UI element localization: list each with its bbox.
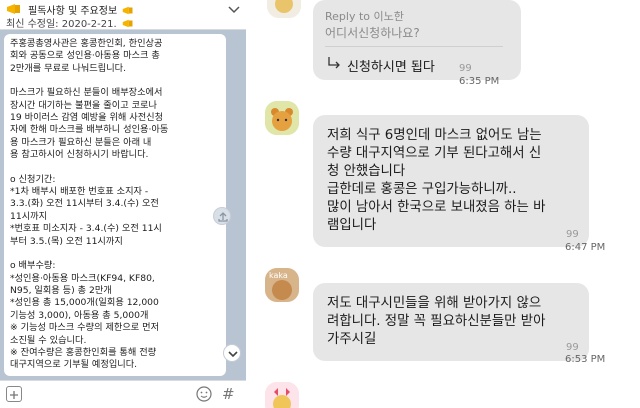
announcement-line: 마스크가 필요하신 분들이 배부장소에서: [10, 87, 163, 99]
announcement-line: 용 마스크가 필요하신 분들은 아래 내: [10, 136, 152, 148]
avatar[interactable]: [265, 382, 299, 408]
reply-message-bubble[interactable]: Reply to 이노한 어디서신청하나요? 신청하시면 됩다: [313, 0, 521, 80]
announcement-line: 자에 한해 마스크를 배부하니 성인용·아동: [10, 124, 169, 136]
message-line: 많이 남아서 한국으로 보내졌음 하는 바: [327, 200, 546, 215]
announcement-line: o 배부수량:: [10, 260, 56, 272]
divider: [325, 46, 503, 47]
reply-arrow-icon: [328, 57, 340, 69]
message-line: 램입니다: [327, 218, 377, 233]
right-chat-panel: Reply to 이노한 어디서신청하나요? 신청하시면 됩다 99 6:35 …: [253, 0, 640, 408]
share-button[interactable]: [213, 207, 231, 225]
reply-text: 신청하시면 됩다: [347, 60, 435, 75]
announcement-line: 기능성 3,000), 아동용 총 5,000개: [10, 309, 149, 321]
message-time: 6:53 PM: [565, 354, 606, 365]
announcement-line: ※ 기능성 마스크 수량의 제한으로 먼저: [10, 322, 160, 334]
message-line: 저도 대구시민들을 위해 받아가지 않으: [327, 296, 542, 311]
message-bubble[interactable]: 저희 식구 6명인데 마스크 없어도 남는 수량 대구지역으로 기부 된다고해서…: [313, 115, 589, 247]
announcement-line: 11시까지: [10, 210, 48, 222]
avatar[interactable]: [265, 101, 299, 135]
notice-subtitle: 최신 수정일: 2020-2-21.: [6, 15, 134, 30]
message-input[interactable]: [28, 385, 188, 405]
unread-count: 99: [566, 342, 579, 353]
message-time: 6:47 PM: [565, 242, 606, 253]
bear-avatar-icon: [265, 101, 299, 135]
announcement-line: 부터 3.5.(목) 오전 11시까지: [10, 235, 123, 247]
message-line: 급한데로 홍콩은 구입가능하니까..: [327, 182, 517, 197]
message-line: 가주시길: [327, 332, 377, 347]
quoted-message: 어디서신청하나요?: [325, 26, 420, 40]
megaphone-icon: [7, 4, 20, 14]
announcement-line: *번호표 미소지자 - 3.4.(수) 오전 11시: [10, 223, 162, 235]
chevron-down-icon[interactable]: [228, 5, 240, 15]
announcement-bubble[interactable]: 주홍콩총영사관은 홍콩한인회, 한인상공 회와 공동으로 성인용·아동용 마스크 …: [4, 34, 226, 376]
notice-bar[interactable]: 필독사항 및 주요정보 최신 수정일: 2020-2-21.: [0, 0, 246, 30]
panel-divider: [246, 0, 253, 408]
megaphone-icon: [122, 19, 133, 28]
message-time: 6:35 PM: [459, 76, 500, 87]
scroll-down-button[interactable]: [223, 344, 241, 362]
message-line: 저희 식구 6명인데 마스크 없어도 남는: [327, 128, 542, 143]
avatar[interactable]: kaka: [265, 268, 299, 302]
megaphone-icon: [123, 6, 133, 15]
message-bubble[interactable]: 저도 대구시민들을 위해 받아가지 않으 려합니다. 정말 꼭 필요하신분들만 …: [313, 283, 589, 361]
message-line: 려합니다. 정말 꼭 필요하신분들만 받아: [327, 314, 546, 329]
announcement-line: o 신청기간:: [10, 173, 56, 185]
announcement-line: 소진될 수 있습니다.: [10, 334, 87, 346]
left-chat-panel: 주홍콩총영사관은 홍콩한인회, 한인상공 회와 공동으로 성인용·아동용 마스크 …: [0, 0, 246, 408]
announcement-line: 대구지역으로 기부될 예정입니다.: [10, 359, 138, 371]
announcement-line: ※ 잔여수량은 홍콩한인회를 통해 전량: [10, 346, 157, 358]
announcement-line: *1차 배부시 배포한 번호표 소지자 -: [10, 186, 149, 198]
hashtag-search-button[interactable]: #: [222, 385, 235, 403]
announcement-line: 19 바이러스 감염 예방을 위해 사전신청: [10, 112, 164, 124]
character-avatar-icon: [265, 382, 299, 408]
unread-count: 99: [459, 63, 472, 74]
add-attachment-button[interactable]: [6, 386, 22, 402]
announcement-text: 주홍콩총영사관은 홍콩한인회, 한인상공 회와 공동으로 성인용·아동용 마스크 …: [10, 38, 220, 372]
character-avatar-icon: [267, 0, 301, 18]
announcement-line: 회와 공동으로 성인용·아동용 마스크 총: [10, 50, 160, 62]
message-line: 수량 대구지역으로 기부 된다고해서 신: [327, 146, 542, 161]
message-line: 청 안했습니다: [327, 164, 406, 179]
announcement-line: N95, 일회용 등) 총 2만개: [10, 284, 112, 296]
announcement-line: 2만개를 무료로 나눠드립니다.: [10, 62, 127, 74]
emoji-icon[interactable]: [196, 386, 212, 402]
announcement-line: *성인용·아동용 마스크(KF94, KF80,: [10, 272, 155, 284]
announcement-line: 주홍콩총영사관은 홍콩한인회, 한인상공: [10, 38, 163, 49]
avatar-label: kaka: [269, 271, 288, 280]
reply-to-label: Reply to 이노한: [325, 10, 404, 23]
avatar[interactable]: [267, 0, 301, 18]
plus-icon: [10, 391, 18, 399]
chevron-down-icon: [228, 351, 238, 358]
unread-count: 99: [566, 229, 579, 240]
announcement-line: 장시간 대기하는 불편을 줄이고 코로나: [10, 99, 157, 111]
message-input-bar: #: [0, 380, 246, 408]
share-icon: [218, 212, 228, 222]
announcement-line: *성인용 총 15,000개(일회용 12,000: [10, 297, 159, 309]
announcement-line: 3.3.(화) 오전 11시부터 3.4.(수) 오전: [10, 198, 159, 210]
announcement-line: 용 참고하시어 신청하시기 바랍니다.: [10, 149, 149, 161]
